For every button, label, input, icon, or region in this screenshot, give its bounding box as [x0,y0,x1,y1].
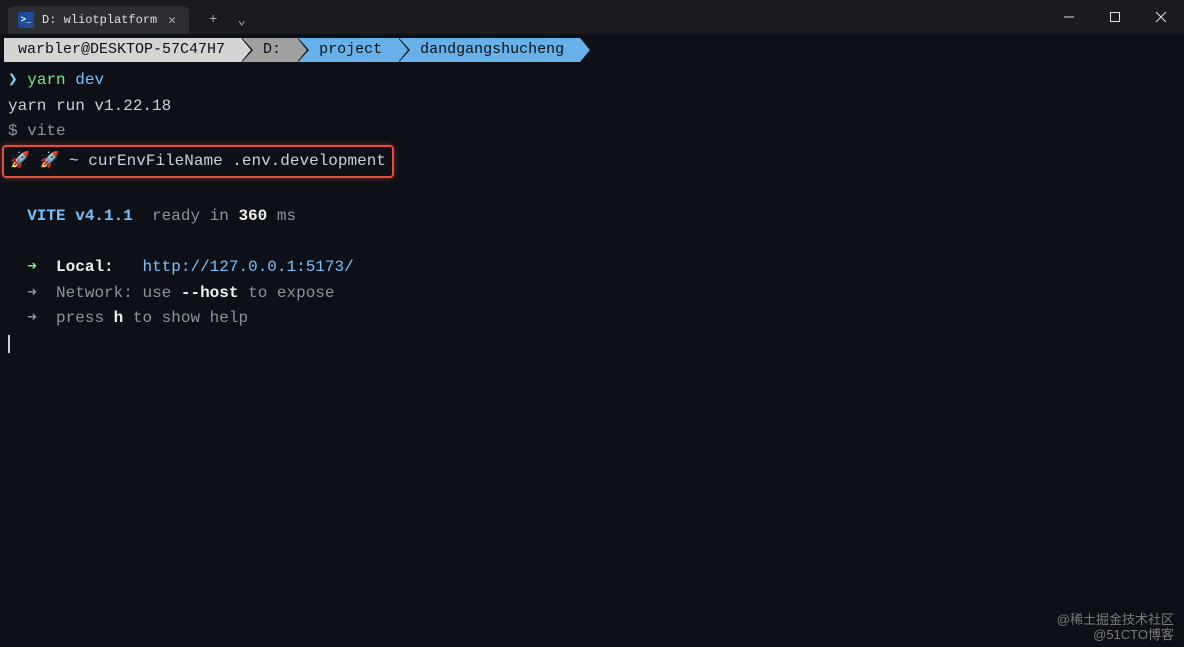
close-window-button[interactable] [1138,0,1184,34]
terminal-tab[interactable]: >_ D: wliotplatform ✕ [8,6,189,34]
tab-title: D: wliotplatform [42,13,157,27]
terminal-output[interactable]: ❯ yarn dev yarn run v1.22.18 $ vite 🚀 🚀 … [0,66,1184,360]
watermark-1: @稀土掘金技术社区 [1057,612,1174,628]
arrow-icon: ➜ [27,258,37,276]
tab-actions: + ⌄ [201,3,254,32]
minimize-button[interactable] [1046,0,1092,34]
blank-line-2 [8,230,1176,256]
highlighted-env-line: 🚀 🚀 ~ curEnvFileName .env.development [8,145,1176,179]
help-line: ➜ press h to show help [8,306,1176,332]
maximize-button[interactable] [1092,0,1138,34]
breadcrumb: warbler@DESKTOP-57C47H7 D: project dandg… [0,34,1184,66]
titlebar: >_ D: wliotplatform ✕ + ⌄ [0,0,1184,34]
blank-line [8,178,1176,204]
breadcrumb-host: warbler@DESKTOP-57C47H7 [4,38,241,62]
close-tab-icon[interactable]: ✕ [165,13,179,28]
local-url[interactable]: http://127.0.0.1:5173/ [142,258,353,276]
command-line: ❯ yarn dev [8,68,1176,94]
cursor-line [8,332,1176,358]
arrow-icon-dim-2: ➜ [27,309,37,327]
window-controls [1046,0,1184,34]
breadcrumb-folder-current: dandgangshucheng [398,38,580,62]
watermark-2: @51CTO博客 [1057,627,1174,643]
new-tab-button[interactable]: + [201,9,225,31]
network-line: ➜ Network: use --host to expose [8,281,1176,307]
vite-version: VITE v4.1.1 [27,207,133,225]
arrow-icon-dim: ➜ [27,284,37,302]
breadcrumb-folder-project: project [297,38,398,62]
cursor-icon [8,335,10,353]
powershell-icon: >_ [18,12,34,28]
highlight-box: 🚀 🚀 ~ curEnvFileName .env.development [2,145,394,179]
vite-invocation-line: $ vite [8,119,1176,145]
cmd-dev: dev [75,71,104,89]
yarn-version-line: yarn run v1.22.18 [8,94,1176,120]
prompt-symbol: ❯ [8,71,18,89]
vite-ready-line: VITE v4.1.1 ready in 360 ms [8,204,1176,230]
watermarks: @稀土掘金技术社区 @51CTO博客 [1057,612,1174,643]
tab-dropdown-icon[interactable]: ⌄ [229,9,253,32]
local-url-line: ➜ Local: http://127.0.0.1:5173/ [8,255,1176,281]
cmd-yarn: yarn [27,71,65,89]
